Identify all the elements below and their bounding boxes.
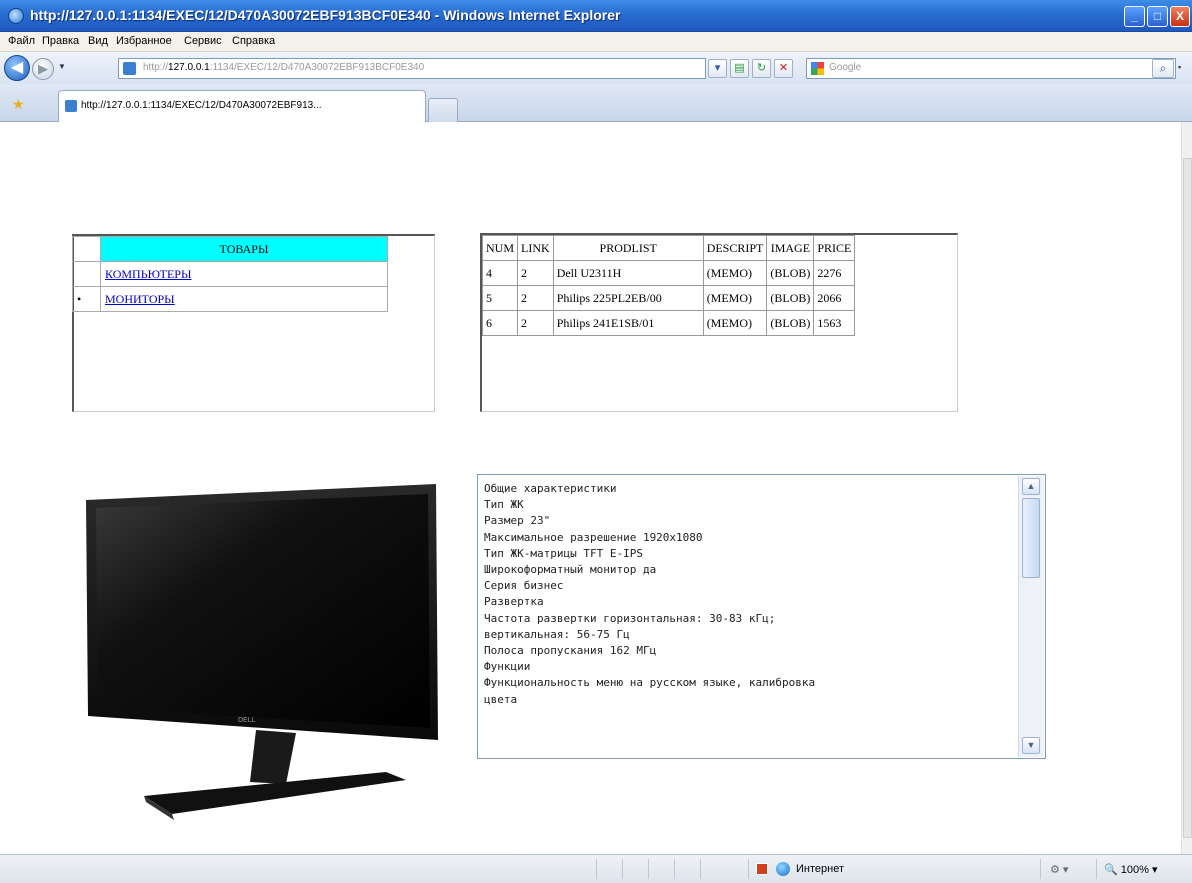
column-header[interactable]: IMAGE: [766, 235, 815, 261]
status-divider: [1040, 859, 1041, 879]
protected-mode-icon: [756, 863, 768, 875]
category-link-computers[interactable]: КОМПЬЮТЕРЫ: [105, 267, 191, 281]
cell-prodlist: Philips 241E1SB/01: [552, 310, 704, 336]
status-divider: [674, 859, 675, 879]
table-row[interactable]: 5 2 Philips 225PL2EB/00 (MEMO) (BLOB) 20…: [481, 285, 856, 311]
categories-header: ТОВАРЫ: [100, 236, 388, 262]
category-row[interactable]: КОМПЬЮТЕРЫ: [72, 261, 388, 287]
tab-current[interactable]: http://127.0.0.1:1134/EXEC/12/D470A30072…: [58, 90, 426, 122]
cell-image: (BLOB): [766, 285, 815, 311]
status-bar: Интернет ⚙ ▾ 🔍 100% ▾: [0, 854, 1192, 883]
cell-price: 2276: [813, 260, 856, 286]
cell-link: 2: [517, 260, 554, 286]
cell-price: 1563: [813, 310, 856, 336]
search-placeholder: Google: [829, 62, 862, 73]
stop-icon[interactable]: ✕: [774, 59, 793, 78]
search-icon[interactable]: ⌕: [1152, 59, 1174, 78]
products-grid: NUM LINK PRODLIST DESCRIPT IMAGE PRICE 4…: [481, 235, 856, 336]
browser-window: http://127.0.0.1:1134/EXEC/12/D470A30072…: [0, 0, 1192, 883]
search-input[interactable]: Google: [806, 58, 1176, 79]
history-dropdown-icon[interactable]: ▼: [58, 62, 66, 71]
maximize-button[interactable]: □: [1147, 6, 1168, 27]
memo-scrollbar[interactable]: ▲ ▼: [1018, 476, 1044, 757]
cell-image: (BLOB): [766, 260, 815, 286]
status-divider: [1096, 859, 1097, 879]
tab-bar: ★ http://127.0.0.1:1134/EXEC/12/D470A300…: [0, 84, 1192, 122]
zoom-level[interactable]: 🔍 100% ▾: [1104, 863, 1157, 876]
products-header-row: NUM LINK PRODLIST DESCRIPT IMAGE PRICE: [481, 235, 856, 261]
new-tab-button[interactable]: [428, 98, 458, 122]
address-toolbar: ◀ ▶ ▼ http://127.0.0.1:1134/EXEC/12/D470…: [0, 52, 1192, 84]
cell-descript: (MEMO): [702, 260, 768, 286]
column-header[interactable]: PRICE: [813, 235, 856, 261]
ie-icon: [8, 8, 24, 24]
cell-descript: (MEMO): [702, 310, 768, 336]
cell-num: 6: [481, 310, 519, 336]
column-header[interactable]: NUM: [481, 235, 519, 261]
table-row[interactable]: 6 2 Philips 241E1SB/01 (MEMO) (BLOB) 156…: [481, 310, 856, 336]
menu-edit[interactable]: Правка: [42, 35, 79, 47]
scroll-thumb[interactable]: [1022, 498, 1040, 578]
cell-prodlist: Dell U2311H: [552, 260, 704, 286]
status-divider: [648, 859, 649, 879]
tab-label: http://127.0.0.1:1134/EXEC/12/D470A30072…: [81, 100, 322, 111]
favorites-star-icon[interactable]: ★: [12, 96, 25, 113]
close-button[interactable]: X: [1170, 6, 1190, 27]
menu-view[interactable]: Вид: [88, 35, 108, 47]
address-text: http://127.0.0.1:1134/EXEC/12/D470A30072…: [143, 62, 425, 73]
brand-logo: DELL: [238, 717, 256, 724]
page-scrollbar[interactable]: [1181, 122, 1192, 854]
menu-file[interactable]: Файл: [8, 35, 35, 47]
menu-tools[interactable]: Сервис: [184, 35, 222, 47]
address-dropdown-button[interactable]: ▾: [708, 59, 727, 78]
refresh-icon[interactable]: ↻: [752, 59, 771, 78]
compatibility-icon[interactable]: ▤: [730, 59, 749, 78]
category-row[interactable]: • МОНИТОРЫ: [72, 286, 388, 312]
menu-bar: Файл Правка Вид Избранное Сервис Справка: [0, 32, 1192, 52]
cell-num: 4: [481, 260, 519, 286]
description-memo[interactable]: Общие характеристики Тип ЖК Размер 23" М…: [477, 474, 1046, 759]
status-divider: [700, 859, 701, 879]
tab-page-icon: [65, 100, 77, 112]
row-marker: [72, 261, 101, 287]
status-divider: [622, 859, 623, 879]
menu-help[interactable]: Справка: [232, 35, 275, 47]
column-header[interactable]: PRODLIST: [552, 235, 704, 261]
status-divider: [748, 859, 749, 879]
title-bar: http://127.0.0.1:1134/EXEC/12/D470A30072…: [0, 0, 1192, 32]
categories-grid: ТОВАРЫ КОМПЬЮТЕРЫ • МОНИТОРЫ: [72, 236, 388, 312]
category-link-monitors[interactable]: МОНИТОРЫ: [105, 292, 175, 306]
memo-text: Общие характеристики Тип ЖК Размер 23" М…: [484, 482, 816, 706]
back-button[interactable]: ◀: [4, 55, 30, 81]
cell-prodlist: Philips 225PL2EB/00: [552, 285, 704, 311]
table-row[interactable]: 4 2 Dell U2311H (MEMO) (BLOB) 2276: [481, 260, 856, 286]
cell-num: 5: [481, 285, 519, 311]
zoom-value: 100%: [1120, 864, 1149, 876]
row-marker-selected: •: [72, 286, 101, 312]
cell-price: 2066: [813, 285, 856, 311]
address-input[interactable]: http://127.0.0.1:1134/EXEC/12/D470A30072…: [118, 58, 706, 79]
google-icon: [811, 62, 824, 75]
minimize-button[interactable]: _: [1124, 6, 1145, 27]
cell-image: (BLOB): [766, 310, 815, 336]
security-zone-label: Интернет: [796, 863, 844, 875]
internet-zone-icon: [776, 862, 790, 876]
cell-link: 2: [517, 285, 554, 311]
product-image: DELL: [86, 484, 438, 820]
column-header[interactable]: LINK: [517, 235, 554, 261]
menu-favorites[interactable]: Избранное: [116, 35, 172, 47]
cell-descript: (MEMO): [702, 285, 768, 311]
status-divider: [596, 859, 597, 879]
search-options-icon[interactable]: ▪: [1178, 62, 1181, 72]
cell-link: 2: [517, 310, 554, 336]
page-icon: [123, 62, 136, 75]
scroll-down-icon[interactable]: ▼: [1022, 737, 1040, 754]
column-header[interactable]: DESCRIPT: [702, 235, 768, 261]
page-scroll-thumb[interactable]: [1183, 158, 1192, 838]
forward-button[interactable]: ▶: [32, 58, 54, 80]
status-options-icon[interactable]: ⚙ ▾: [1050, 863, 1068, 876]
grid-indicator-cell: [72, 236, 101, 262]
window-title: http://127.0.0.1:1134/EXEC/12/D470A30072…: [30, 7, 621, 23]
scroll-up-icon[interactable]: ▲: [1022, 478, 1040, 495]
